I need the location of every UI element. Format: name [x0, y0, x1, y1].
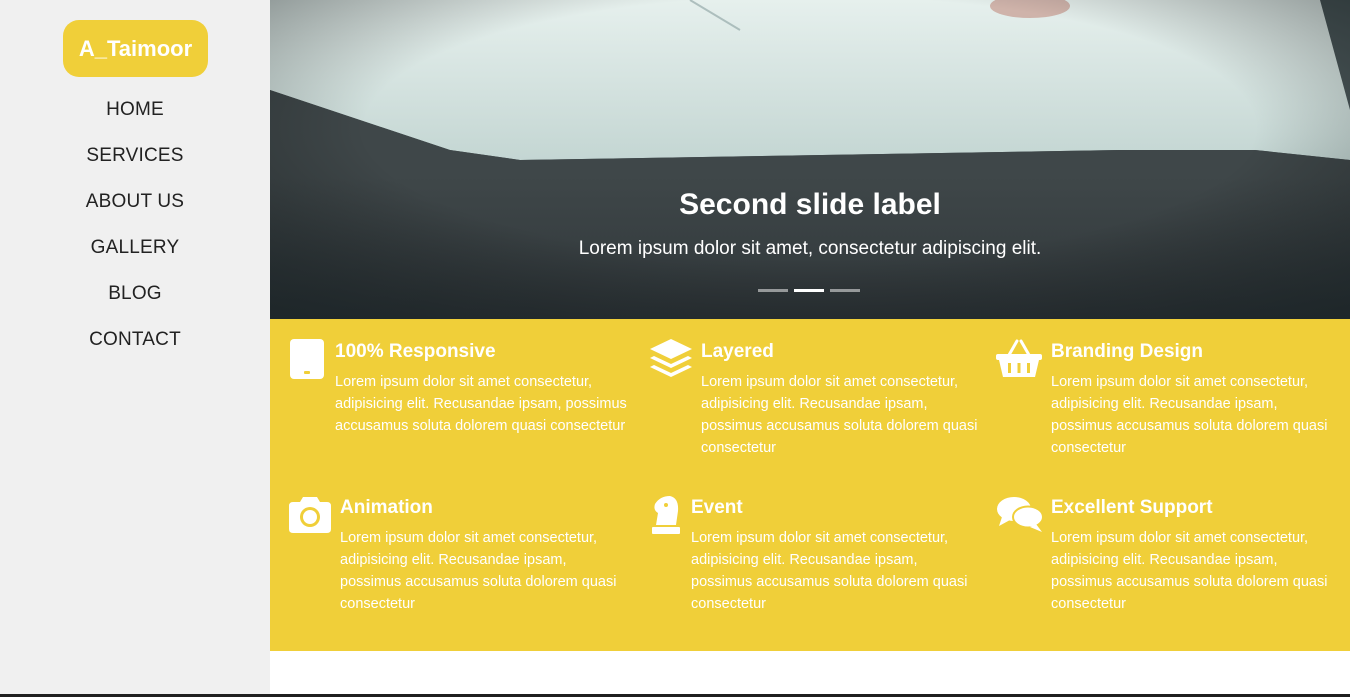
nav-blog[interactable]: BLOG — [0, 271, 270, 317]
slide-title: Second slide label — [679, 188, 941, 221]
hero-carousel[interactable]: Second slide label Lorem ipsum dolor sit… — [270, 0, 1350, 319]
feature-title: Event — [691, 497, 743, 518]
feature-layered: Layered Lorem ipsum dolor sit amet conse… — [650, 339, 980, 489]
carousel-indicators — [758, 289, 860, 292]
feature-event: Event Lorem ipsum dolor sit amet consect… — [650, 495, 980, 645]
nav-gallery[interactable]: GALLERY — [0, 225, 270, 271]
feature-title: Animation — [340, 497, 433, 518]
feature-support: Excellent Support Lorem ipsum dolor sit … — [996, 495, 1336, 645]
chess-knight-icon — [652, 496, 680, 534]
feature-title: Excellent Support — [1051, 497, 1213, 518]
feature-text: Lorem ipsum dolor sit amet consectetur, … — [340, 530, 617, 612]
hero-overlay — [270, 0, 1350, 319]
comments-icon — [997, 497, 1044, 532]
camera-icon — [289, 497, 331, 533]
feature-text: Lorem ipsum dolor sit amet consectetur, … — [1051, 374, 1328, 456]
feature-text: Lorem ipsum dolor sit amet consectetur, … — [701, 374, 978, 456]
tablet-icon — [290, 339, 324, 379]
feature-text: Lorem ipsum dolor sit amet consectetur, … — [691, 530, 968, 612]
brand-logo[interactable]: A_Taimoor — [63, 20, 208, 77]
layers-icon — [650, 339, 692, 377]
feature-text: Lorem ipsum dolor sit amet consectetur, … — [1051, 530, 1328, 612]
feature-animation: Animation Lorem ipsum dolor sit amet con… — [289, 495, 634, 645]
basket-icon — [996, 339, 1042, 377]
slide-caption: Lorem ipsum dolor sit amet, consectetur … — [578, 238, 1042, 259]
page: A_Taimoor HOME SERVICES ABOUT US GALLERY… — [0, 0, 1350, 697]
feature-text: Lorem ipsum dolor sit amet consectetur, … — [335, 374, 627, 434]
nav-contact[interactable]: CONTACT — [0, 317, 270, 363]
nav-home[interactable]: HOME — [0, 87, 270, 133]
feature-title: Branding Design — [1051, 341, 1204, 362]
nav-services[interactable]: SERVICES — [0, 133, 270, 179]
carousel-indicator-2[interactable] — [794, 289, 824, 292]
nav-about-us[interactable]: ABOUT US — [0, 179, 270, 225]
feature-title: Layered — [701, 341, 774, 362]
main-nav: HOME SERVICES ABOUT US GALLERY BLOG CONT… — [0, 87, 270, 363]
feature-title: 100% Responsive — [335, 341, 496, 362]
carousel-indicator-1[interactable] — [758, 289, 788, 292]
feature-responsive: 100% Responsive Lorem ipsum dolor sit am… — [289, 339, 634, 469]
carousel-indicator-3[interactable] — [830, 289, 860, 292]
feature-branding: Branding Design Lorem ipsum dolor sit am… — [996, 339, 1336, 489]
sidebar: A_Taimoor HOME SERVICES ABOUT US GALLERY… — [0, 0, 270, 697]
features-section: 100% Responsive Lorem ipsum dolor sit am… — [270, 319, 1350, 651]
